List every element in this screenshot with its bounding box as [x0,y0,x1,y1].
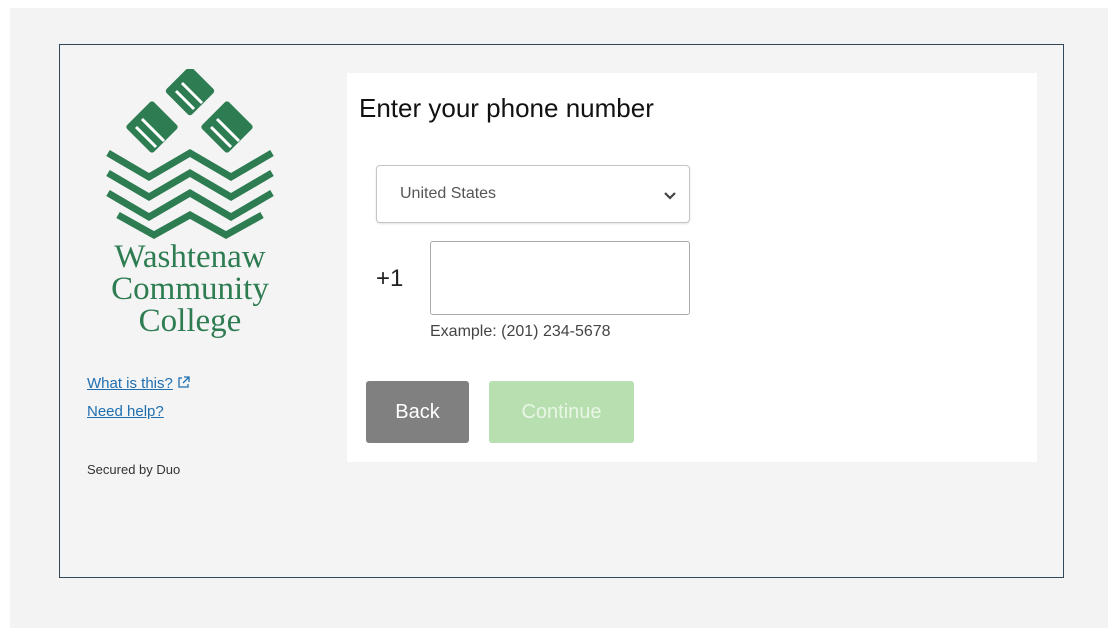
country-code-prefix: +1 [376,265,404,292]
chevron-down-icon [663,188,677,206]
college-name-line-2: Community [111,271,269,307]
auth-frame: Washtenaw Community College What is this… [59,44,1064,578]
secured-by-duo: Secured by Duo [87,462,181,477]
college-logo-mark [106,69,274,240]
college-name: Washtenaw Community College [84,239,296,339]
college-name-line-3: College [138,303,242,339]
external-link-icon [177,376,190,393]
continue-button[interactable]: Continue [489,381,634,443]
phone-number-input[interactable] [430,241,690,315]
back-button[interactable]: Back [366,381,469,443]
phone-example-hint: Example: (201) 234-5678 [430,323,611,340]
country-select-value: United States [400,185,497,202]
need-help-link[interactable]: Need help? [87,403,190,420]
what-is-this-link[interactable]: What is this? [87,375,190,393]
what-is-this-label: What is this? [87,375,173,392]
country-select[interactable]: United States [376,165,690,223]
college-name-line-1: Washtenaw [114,239,266,275]
page-title: Enter your phone number [359,93,654,123]
college-logo: Washtenaw Community College [84,69,296,359]
page-background: Washtenaw Community College What is this… [10,8,1108,628]
phone-entry-card: Enter your phone number United States +1… [347,73,1037,462]
help-links: What is this? Need help? [87,375,190,430]
